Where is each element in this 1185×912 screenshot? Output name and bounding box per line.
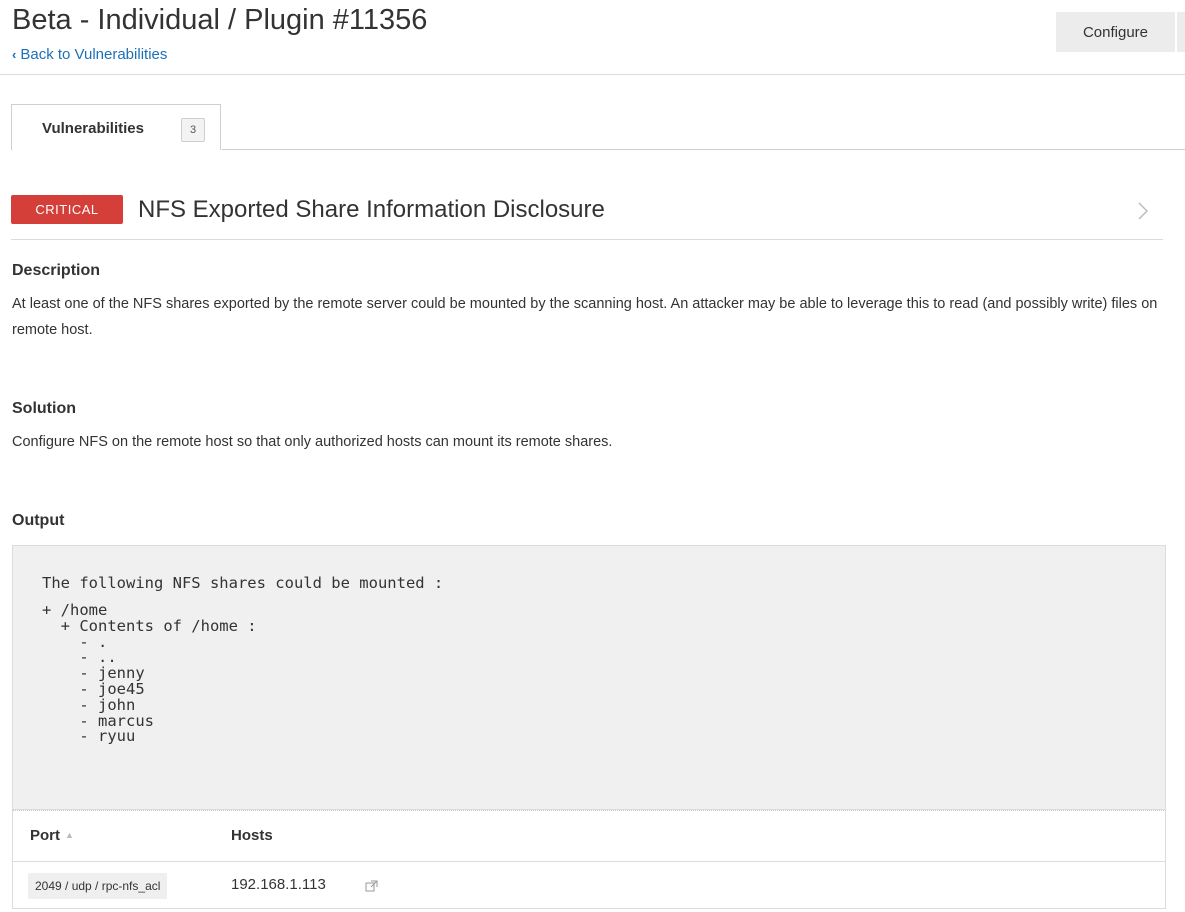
back-to-vulnerabilities-link[interactable]: ‹ Back to Vulnerabilities	[12, 46, 167, 63]
port-badge: 2049 / udp / rpc-nfs_acl	[28, 873, 168, 899]
tab-label: Vulnerabilities	[42, 120, 144, 137]
page-title: Beta - Individual / Plugin #11356	[12, 4, 428, 36]
plugin-output-box: The following NFS shares could be mounte…	[12, 545, 1166, 810]
header-divider	[0, 74, 1185, 75]
chevron-right-icon[interactable]	[1138, 200, 1149, 226]
table-row-divider	[13, 861, 1165, 862]
plugin-output-text: The following NFS shares could be mounte…	[42, 573, 443, 745]
column-header-hosts: Hosts	[231, 827, 273, 844]
output-line: The following NFS shares could be mounte…	[42, 574, 444, 592]
column-header-port-label: Port	[30, 827, 60, 844]
external-link-icon[interactable]	[365, 880, 378, 893]
column-header-port[interactable]: Port ▲	[30, 827, 74, 844]
toolbar-button-edge[interactable]	[1177, 12, 1185, 52]
title-divider	[11, 239, 1163, 240]
solution-text: Configure NFS on the remote host so that…	[12, 434, 613, 450]
tab-vulnerabilities[interactable]: Vulnerabilities 3	[11, 104, 221, 150]
severity-badge: CRITICAL	[11, 195, 123, 224]
sort-ascending-icon[interactable]: ▲	[65, 830, 74, 840]
solution-heading: Solution	[12, 400, 76, 417]
vulnerability-title: NFS Exported Share Information Disclosur…	[138, 196, 605, 223]
output-body: + /home + Contents of /home : - . - .. -…	[42, 601, 257, 746]
description-text: At least one of the NFS shares exported …	[12, 296, 1158, 338]
description-heading: Description	[12, 262, 101, 279]
tab-bar-divider	[222, 149, 1185, 150]
configure-button[interactable]: Configure	[1056, 12, 1175, 52]
output-heading: Output	[12, 512, 65, 529]
hosts-table: Port ▲ Hosts 2049 / udp / rpc-nfs_acl 192…	[12, 810, 1166, 909]
chevron-left-icon: ‹	[12, 47, 17, 62]
host-ip-link[interactable]: 192.168.1.113	[231, 876, 326, 893]
tab-count-badge: 3	[181, 118, 205, 142]
back-link-label: Back to Vulnerabilities	[20, 46, 168, 63]
